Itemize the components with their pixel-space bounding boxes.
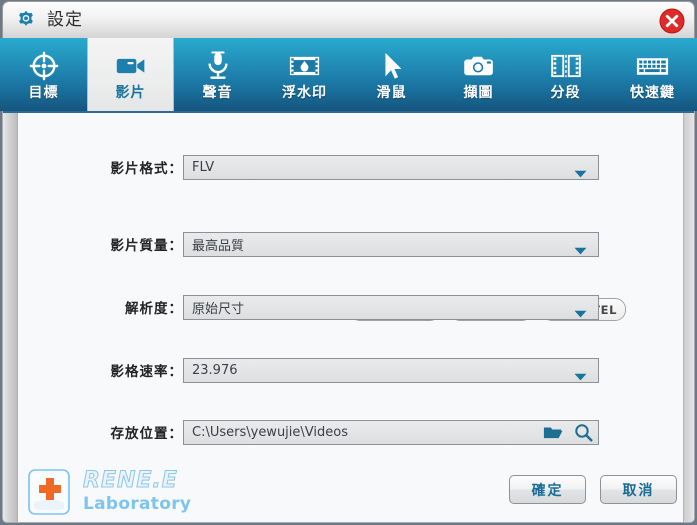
- tab-label: 擷圖: [463, 85, 494, 101]
- resolution-value: 原始尺寸: [192, 301, 245, 317]
- cursor-arrow-icon: [372, 49, 412, 83]
- video-quality-label: 影片質量：: [110, 238, 183, 254]
- tab-target[interactable]: 目標: [0, 38, 87, 111]
- tab-label: 分段: [550, 85, 581, 101]
- video-quality-value: 最高品質: [192, 238, 245, 254]
- video-format-label: 影片格式：: [110, 161, 183, 177]
- tab-segment[interactable]: 分段: [522, 38, 609, 111]
- tab-mouse[interactable]: 滑鼠: [348, 38, 435, 111]
- tab-label: 影片: [115, 85, 146, 101]
- cancel-button[interactable]: 取消: [600, 475, 677, 504]
- close-icon[interactable]: [659, 8, 685, 34]
- window-title: 設定: [47, 9, 83, 30]
- settings-content-panel: 影片格式： FLV 啟用GPU加速: [2, 111, 695, 523]
- dialog-footer: RENE.E Laboratory 確定 取消: [18, 458, 683, 522]
- tab-label: 目標: [28, 85, 59, 101]
- rene-e-logo: RENE.E Laboratory: [26, 468, 191, 516]
- chevron-down-icon: [574, 303, 587, 318]
- row-frame-rate: 影格速率： 23.976: [3, 357, 694, 383]
- footer-button-group: 確定 取消: [509, 475, 677, 504]
- tab-hotkeys[interactable]: 快速鍵: [609, 38, 696, 111]
- video-quality-select[interactable]: 最高品質: [183, 231, 599, 257]
- row-video-format: 影片格式： FLV: [3, 154, 694, 180]
- frame-rate-value: 23.976: [192, 362, 238, 378]
- film-split-icon: [546, 49, 586, 83]
- rene-e-cross-key-icon: [26, 468, 74, 516]
- video-camera-icon: [111, 49, 151, 83]
- tab-audio[interactable]: 聲音: [174, 38, 261, 111]
- video-format-select[interactable]: FLV: [183, 154, 599, 180]
- save-location-value: C:\Users\yewujie\Videos: [192, 424, 348, 440]
- tab-label: 浮水印: [282, 85, 327, 101]
- gear-icon: [15, 9, 37, 31]
- watermark-film-icon: [285, 49, 325, 83]
- folder-open-icon[interactable]: [542, 422, 564, 442]
- save-location-label: 存放位置：: [110, 426, 183, 442]
- frame-rate-select[interactable]: 23.976: [183, 357, 599, 383]
- chevron-down-icon: [574, 163, 587, 178]
- frame-rate-label: 影格速率：: [110, 364, 183, 380]
- target-icon: [24, 49, 64, 83]
- microphone-icon: [198, 49, 238, 83]
- panel-top-rule: [3, 111, 694, 113]
- ok-button[interactable]: 確定: [509, 475, 586, 504]
- camera-icon: [459, 49, 499, 83]
- save-location-input[interactable]: C:\Users\yewujie\Videos: [183, 419, 599, 445]
- logo-subtitle: Laboratory: [83, 493, 192, 514]
- tab-label: 快速鍵: [630, 85, 675, 101]
- tab-video[interactable]: 影片: [87, 38, 174, 111]
- chevron-down-icon: [574, 366, 587, 381]
- row-video-quality: 影片質量： 最高品質: [3, 231, 694, 257]
- settings-dialog-window: 設定 目標 影片 聲音 浮水印 滑鼠 擷圖 分段 快速鍵 影片格式： FLV 影…: [0, 0, 697, 525]
- resolution-select[interactable]: 原始尺寸: [183, 294, 599, 320]
- title-bar: 設定: [2, 1, 695, 38]
- tab-strip: 目標 影片 聲音 浮水印 滑鼠 擷圖 分段 快速鍵: [0, 38, 697, 111]
- tab-screenshot[interactable]: 擷圖: [435, 38, 522, 111]
- row-resolution: 解析度： 原始尺寸: [3, 294, 694, 320]
- chevron-down-icon: [574, 240, 587, 255]
- row-save-location: 存放位置： C:\Users\yewujie\Videos: [3, 419, 694, 445]
- resolution-label: 解析度：: [125, 301, 183, 317]
- tab-label: 滑鼠: [376, 85, 407, 101]
- magnifier-icon[interactable]: [572, 422, 594, 442]
- tab-label: 聲音: [202, 85, 233, 101]
- keyboard-icon: [633, 49, 673, 83]
- video-format-value: FLV: [192, 159, 215, 175]
- tab-watermark[interactable]: 浮水印: [261, 38, 348, 111]
- logo-name: RENE.E: [82, 467, 178, 493]
